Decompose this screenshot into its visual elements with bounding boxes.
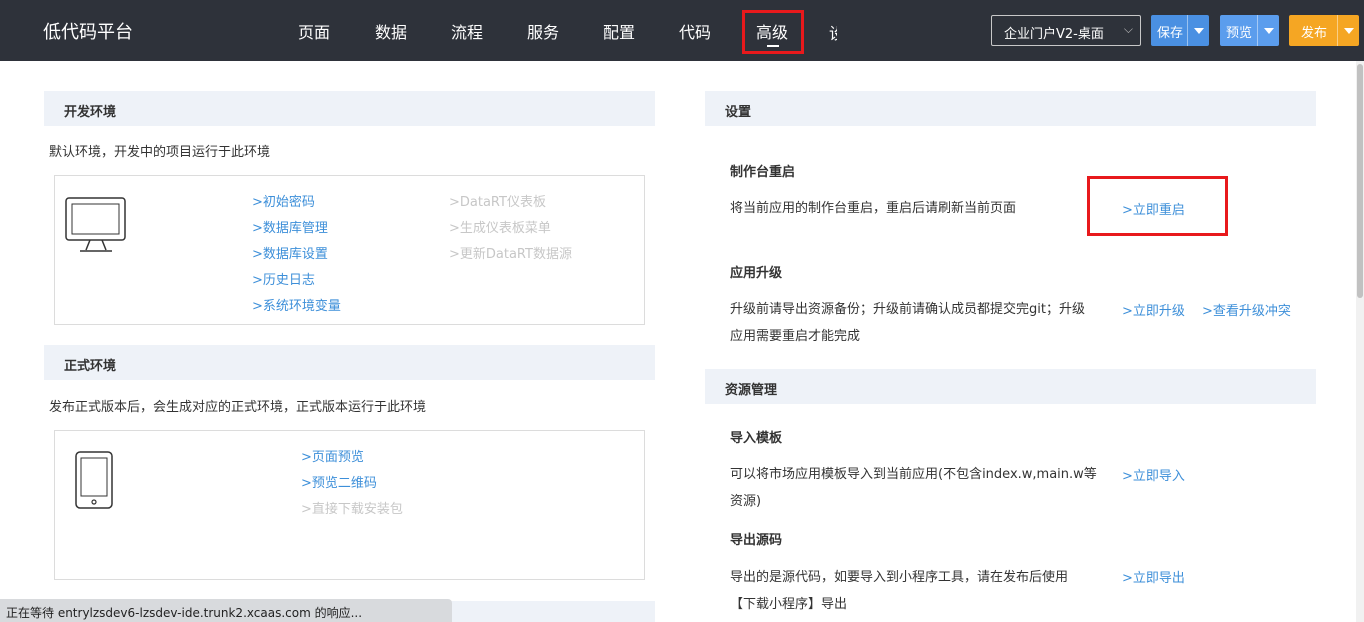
- prod-env-description: 发布正式版本后，会生成对应的正式环境，正式版本运行于此环境: [49, 400, 427, 415]
- link-history-log[interactable]: >历史日志: [252, 269, 315, 288]
- upgrade-description-line2: 应用需要重启才能完成: [730, 329, 861, 344]
- browser-status-bar: 正在等待 entrylzsdev6-lzsdev-ide.trunk2.xcaa…: [0, 599, 452, 622]
- nav-tab-flow[interactable]: 流程: [451, 19, 483, 43]
- resources-header: 资源管理: [705, 369, 1316, 404]
- dev-env-description: 默认环境，开发中的项目运行于此环境: [49, 145, 271, 160]
- nav-tab-page[interactable]: 页面: [298, 19, 330, 43]
- link-database-management[interactable]: >数据库管理: [252, 217, 328, 236]
- restart-title: 制作台重启: [730, 165, 796, 180]
- link-update-datart-source: >更新DataRT数据源: [449, 247, 572, 262]
- platform-title: 低代码平台: [43, 22, 133, 43]
- environment-select[interactable]: 企业门户V2-桌面 ⌵: [991, 15, 1141, 46]
- export-description-line2: 【下载小程序】导出: [730, 597, 848, 612]
- link-database-settings[interactable]: >数据库设置: [252, 243, 328, 262]
- settings-header: 设置: [705, 91, 1316, 126]
- link-system-env-variables[interactable]: >系统环境变量: [252, 295, 341, 314]
- nav-tab-settings-truncated[interactable]: 设: [829, 20, 837, 44]
- prod-env-header: 正式环境: [44, 345, 655, 380]
- link-datart-dashboard: >DataRT仪表板: [449, 195, 546, 210]
- preview-dropdown-icon[interactable]: [1257, 15, 1279, 46]
- scrollbar-thumb[interactable]: [1357, 64, 1363, 298]
- resources-title: 资源管理: [725, 383, 778, 398]
- publish-dropdown-icon[interactable]: [1337, 15, 1359, 46]
- preview-button[interactable]: 预览: [1220, 15, 1279, 46]
- import-template-title: 导入模板: [730, 431, 783, 446]
- link-preview-qrcode[interactable]: >预览二维码: [301, 472, 377, 491]
- publish-button-label: 发布: [1301, 26, 1328, 41]
- nav-tab-service[interactable]: 服务: [527, 19, 559, 43]
- settings-title: 设置: [725, 105, 752, 120]
- nav-tab-data[interactable]: 数据: [375, 19, 407, 43]
- chevron-down-icon: ⌵: [1123, 22, 1133, 36]
- highlight-box-restart: [1087, 176, 1228, 236]
- upgrade-description-line1: 升级前请导出资源备份；升级前请确认成员都提交完git；升级: [730, 302, 1085, 317]
- nav-tab-config[interactable]: 配置: [603, 19, 635, 43]
- dev-env-title: 开发环境: [64, 105, 117, 120]
- import-now-link[interactable]: >立即导入: [1122, 465, 1185, 484]
- view-upgrade-conflicts-link[interactable]: >查看升级冲突: [1202, 300, 1291, 319]
- preview-button-label: 预览: [1226, 26, 1253, 41]
- restart-description: 将当前应用的制作台重启，重启后请刷新当前页面: [730, 201, 1017, 216]
- monitor-icon: [65, 197, 126, 252]
- dev-env-header: 开发环境: [44, 91, 655, 126]
- save-dropdown-icon[interactable]: [1187, 15, 1209, 46]
- save-button[interactable]: 保存: [1151, 15, 1209, 46]
- prod-env-title: 正式环境: [64, 359, 117, 374]
- upgrade-title: 应用升级: [730, 266, 783, 281]
- save-button-label: 保存: [1157, 26, 1184, 41]
- nav-tab-code[interactable]: 代码: [679, 19, 711, 43]
- link-page-preview[interactable]: >页面预览: [301, 446, 364, 465]
- link-download-package: >直接下载安装包: [301, 502, 403, 517]
- highlight-box-advanced: [742, 10, 804, 54]
- export-description-line1: 导出的是源代码，如要导入到小程序工具，请在发布后使用: [730, 570, 1069, 585]
- publish-button[interactable]: 发布: [1289, 15, 1359, 46]
- export-now-link[interactable]: >立即导出: [1122, 567, 1185, 586]
- export-source-title: 导出源码: [730, 533, 783, 548]
- upgrade-now-link[interactable]: >立即升级: [1122, 300, 1185, 319]
- top-navbar: 低代码平台 页面 数据 流程 服务 配置 代码 高级 设 企业门户V2-桌面 ⌵…: [0, 0, 1364, 61]
- environment-select-value: 企业门户V2-桌面: [1004, 27, 1104, 42]
- link-initial-password[interactable]: >初始密码: [252, 191, 315, 210]
- import-description-line2: 资源): [730, 494, 762, 509]
- link-generate-dashboard-menu: >生成仪表板菜单: [449, 221, 551, 236]
- import-description-line1: 可以将市场应用模板导入到当前应用(不包含index.w,main.w等: [730, 467, 1097, 482]
- tablet-icon: [75, 451, 113, 509]
